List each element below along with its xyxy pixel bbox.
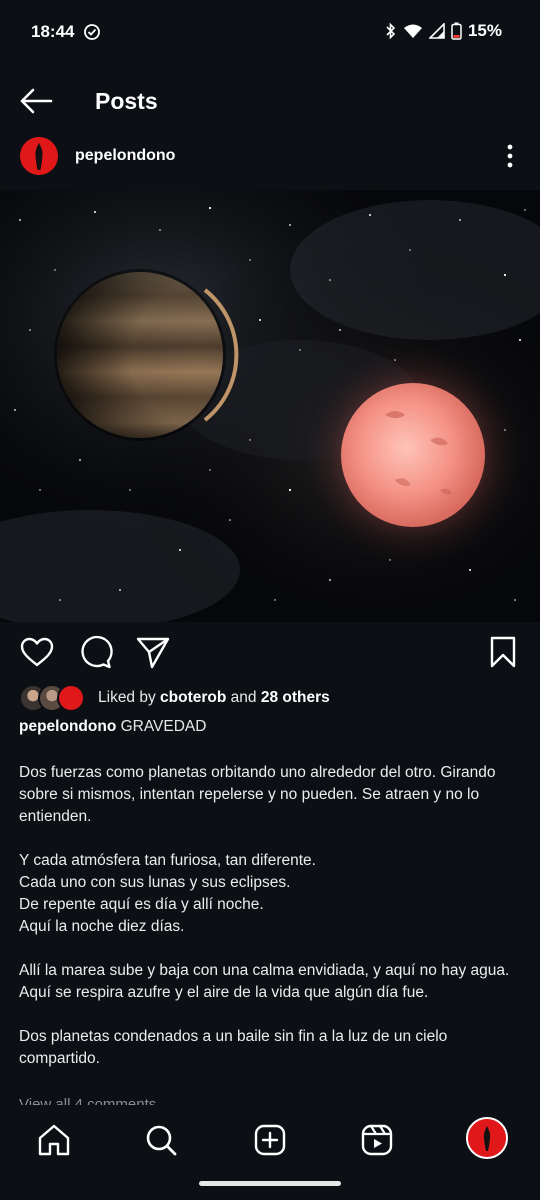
wifi-icon xyxy=(403,24,422,38)
caption-paragraph: Allí la marea sube y baja con una calma … xyxy=(19,962,510,1001)
plus-square-icon[interactable] xyxy=(252,1122,288,1158)
top-app-bar: Posts xyxy=(0,70,540,130)
avatar-figure-icon xyxy=(20,137,58,175)
signal-icon xyxy=(428,23,445,39)
search-icon[interactable] xyxy=(143,1122,179,1158)
status-icons: 15% xyxy=(385,21,502,41)
caption-username[interactable]: pepelondono xyxy=(19,718,116,735)
battery-percent: 15% xyxy=(467,21,502,40)
post-author-row: pepelondono xyxy=(0,132,540,180)
likes-others[interactable]: 28 others xyxy=(261,689,330,706)
likes-row[interactable]: Liked by cboterob and 28 others xyxy=(19,683,330,713)
paper-plane-icon[interactable] xyxy=(135,634,171,670)
liker-avatar xyxy=(57,684,85,712)
heart-icon[interactable] xyxy=(19,634,55,670)
bottom-navigation xyxy=(0,1105,540,1200)
caption-title: GRAVEDAD xyxy=(116,718,207,735)
caption-paragraph: Dos planetas condenados a un baile sin f… xyxy=(19,1028,448,1067)
liked-by-user[interactable]: cboterob xyxy=(160,689,226,706)
reels-icon[interactable] xyxy=(359,1122,395,1158)
bluetooth-icon xyxy=(386,22,396,40)
gesture-home-indicator xyxy=(199,1181,341,1186)
battery-icon xyxy=(451,22,462,40)
home-icon[interactable] xyxy=(36,1122,72,1158)
likes-conjunction: and xyxy=(226,689,261,706)
caption-text: Dos fuerzas como planetas orbitando uno … xyxy=(19,762,524,1092)
more-vertical-icon[interactable] xyxy=(500,143,520,169)
author-avatar[interactable] xyxy=(20,137,58,175)
post-image[interactable] xyxy=(0,190,540,622)
caption-paragraph: Y cada atmósfera tan furiosa, tan difere… xyxy=(19,852,316,935)
author-username[interactable]: pepelondono xyxy=(75,147,175,165)
arrow-left-icon[interactable] xyxy=(18,86,54,116)
comment-bubble-icon[interactable] xyxy=(77,634,113,670)
profile-tab-avatar[interactable] xyxy=(466,1117,508,1159)
status-time: 18:44 xyxy=(31,22,75,41)
caption-heading: pepelondono GRAVEDAD xyxy=(19,718,206,736)
bookmark-icon[interactable] xyxy=(485,634,521,670)
status-bar: 18:44 15% xyxy=(0,0,540,64)
avatar-figure-icon xyxy=(468,1119,506,1157)
sync-status-icon xyxy=(84,24,100,40)
post-actions xyxy=(0,630,540,674)
likes-prefix: Liked by xyxy=(98,689,161,706)
caption-paragraph: Dos fuerzas como planetas orbitando uno … xyxy=(19,764,496,825)
likes-summary: Liked by cboterob and 28 others xyxy=(98,689,330,707)
page-title: Posts xyxy=(95,88,158,114)
space-planets-illustration xyxy=(0,190,540,622)
